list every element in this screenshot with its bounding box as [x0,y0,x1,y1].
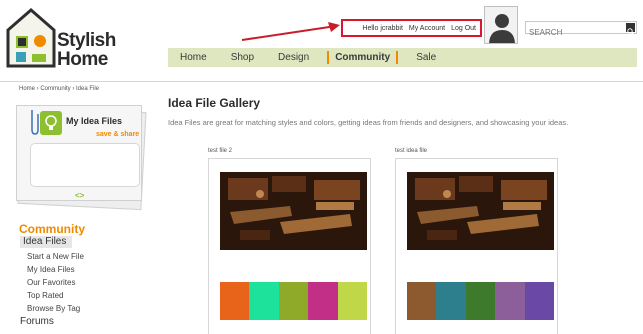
tools-photo-icon [220,172,367,250]
widget-title: My Idea Files [66,116,123,126]
swatch [249,282,279,320]
paperclip-icon [31,110,39,135]
user-silhouette-icon [489,14,515,43]
file-label-1[interactable]: test file 2 [208,148,232,154]
house-logo-icon [6,8,56,68]
sidebar-item-top-rated[interactable]: Top Rated [27,291,63,300]
save-share-link[interactable]: save & share [96,131,139,138]
user-links: Hello jcrabbit My Account Log Out [341,19,482,37]
swatch [407,282,437,320]
nav-community[interactable]: Community [327,51,399,64]
header-divider [0,81,643,82]
sidebar-item-start-new-file[interactable]: Start a New File [27,252,84,261]
color-swatches-1 [220,282,368,320]
sidebar-item-idea-files[interactable]: Idea Files [20,236,72,248]
my-account-link[interactable]: My Account [409,25,445,32]
search-input[interactable] [526,27,624,38]
file-photo-2 [407,172,554,250]
swatch [524,282,555,320]
swatch [220,282,250,320]
annotation-arrow-icon [241,22,340,41]
widget-preview-area [30,143,140,187]
tools-photo-icon [407,172,554,250]
widget-arrows[interactable]: <> [75,191,84,200]
color-swatches-2 [407,282,555,320]
lightbulb-icon [40,111,62,135]
logout-link[interactable]: Log Out [451,25,476,32]
nav-design[interactable]: Design [266,48,321,67]
swatch [337,282,368,320]
search-box [525,21,637,38]
nav-home[interactable]: Home [168,48,219,67]
swatch [465,282,496,320]
file-photo-1 [220,172,367,250]
swatch [495,282,525,320]
idea-file-card-2[interactable] [395,158,558,334]
page-description: Idea Files are great for matching styles… [168,118,569,127]
page-title: Idea File Gallery [168,96,261,110]
logo-text-line2: Home [57,49,108,70]
main-nav: Home Shop Design Community Sale [168,48,637,67]
sidebar-item-my-idea-files[interactable]: My Idea Files [27,265,75,274]
sidebar-item-our-favorites[interactable]: Our Favorites [27,278,75,287]
sidebar-item-forums[interactable]: Forums [20,316,54,327]
swatch [278,282,309,320]
breadcrumb[interactable]: Home › Community › Idea File [19,86,99,92]
swatch [436,282,466,320]
nav-sale[interactable]: Sale [404,48,448,67]
greeting-text: Hello jcrabbit [362,24,403,32]
search-icon [627,28,635,36]
nav-shop[interactable]: Shop [219,48,266,67]
swatch [308,282,338,320]
sidebar-item-browse-by-tag[interactable]: Browse By Tag [27,304,80,313]
my-idea-files-widget[interactable]: My Idea Files save & share <> [12,103,148,211]
file-label-2[interactable]: test idea file [395,148,427,154]
search-button[interactable] [626,23,635,36]
site-logo[interactable]: Stylish Home [6,8,116,70]
avatar[interactable] [484,6,518,44]
idea-file-card-1[interactable] [208,158,371,334]
sidebar-heading[interactable]: Community [19,222,85,236]
